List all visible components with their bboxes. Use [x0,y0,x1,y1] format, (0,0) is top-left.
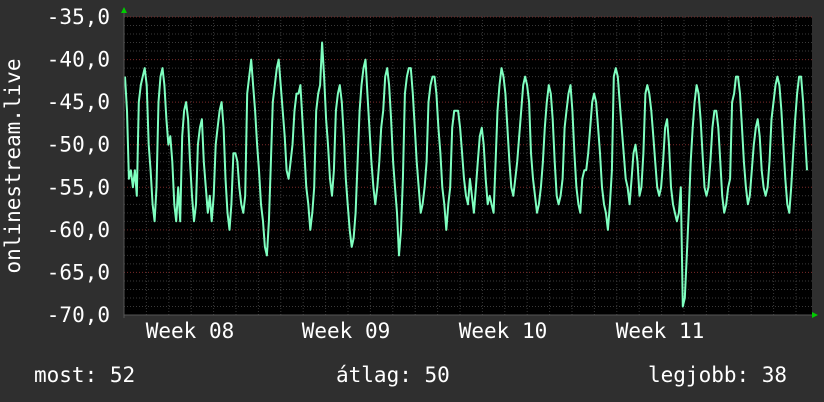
x-tick-label: Week 08 [146,319,235,343]
y-tick-label: -50,0 [47,133,110,157]
y-tick-label: -55,0 [47,175,110,199]
stat-current: most: 52 [34,363,135,387]
y-axis-arrow-icon [121,7,127,13]
x-axis-arrow-icon [812,312,818,318]
y-tick-label: -35,0 [47,5,110,29]
line-chart: -35,0 -40,0 -45,0 -50,0 -55,0 -60,0 -65,0 -70,0… [1,5,818,387]
x-axis-ticks: Week 08 Week 09 Week 10 Week 11 [146,319,705,343]
y-tick-label: -70,0 [47,303,110,327]
y-tick-label: -65,0 [47,260,110,284]
y-tick-label: -40,0 [47,48,110,72]
x-tick-label: Week 10 [459,319,548,343]
stat-average: átlag: 50 [336,363,450,387]
plot-area [124,17,812,315]
y-axis-label: onlinestream.live [1,59,25,274]
y-tick-label: -45,0 [47,90,110,114]
chart-root: -35,0 -40,0 -45,0 -50,0 -55,0 -60,0 -65,0 -70,0… [0,0,824,402]
x-tick-label: Week 09 [302,319,391,343]
y-tick-label: -60,0 [47,218,110,242]
x-tick-label: Week 11 [616,319,705,343]
y-axis-ticks: -35,0 -40,0 -45,0 -50,0 -55,0 -60,0 -65,0 -70,0 [47,5,110,327]
stat-best: legjobb: 38 [648,363,787,387]
